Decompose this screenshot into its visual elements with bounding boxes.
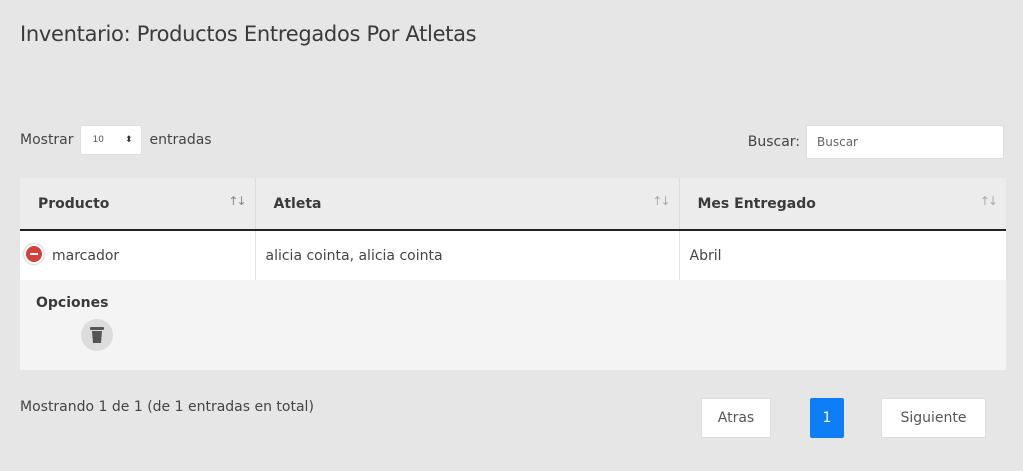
- column-header-label: Atleta: [273, 195, 322, 212]
- table-row: marcador alicia cointa, alicia cointa Ab…: [20, 230, 1006, 280]
- entries-per-page-value: 10: [92, 135, 104, 145]
- column-header-label: Producto: [38, 195, 110, 212]
- products-table: Producto ↑↓ Atleta ↑↓ Mes Entregado ↑↓ m…: [20, 178, 1006, 280]
- page-title: Inventario: Productos Entregados Por Atl…: [20, 22, 477, 46]
- sort-icon: ↑↓: [652, 194, 670, 208]
- column-header-atleta[interactable]: Atleta ↑↓: [255, 178, 680, 231]
- chevron-updown-icon: ⬍: [124, 134, 133, 145]
- column-header-producto[interactable]: Producto ↑↓: [20, 178, 256, 231]
- sort-icon: ↑↓: [228, 194, 246, 208]
- trash-icon: [90, 327, 104, 343]
- table-header-row: Producto ↑↓ Atleta ↑↓ Mes Entregado ↑↓: [20, 178, 1006, 231]
- column-header-label: Mes Entregado: [697, 195, 816, 212]
- length-suffix-label: entradas: [149, 132, 212, 148]
- entries-per-page-select[interactable]: 10 ⬍: [79, 125, 142, 155]
- previous-page-button[interactable]: Atras: [701, 398, 771, 438]
- search-control: Buscar:: [748, 125, 1004, 159]
- length-control: Mostrar 10 ⬍ entradas: [20, 125, 212, 155]
- row-details: Opciones: [20, 280, 1006, 370]
- cell-producto: marcador: [20, 230, 256, 280]
- options-label: Opciones: [36, 295, 109, 311]
- page-1-button[interactable]: 1: [810, 398, 844, 438]
- cell-mes-entregado: Abril: [679, 230, 1006, 280]
- collapse-row-icon[interactable]: [24, 243, 44, 264]
- search-label: Buscar:: [747, 134, 800, 150]
- cell-producto-text: marcador: [52, 247, 120, 264]
- next-page-button[interactable]: Siguiente: [881, 398, 986, 438]
- delete-button[interactable]: [81, 319, 113, 351]
- cell-atleta: alicia cointa, alicia cointa: [255, 230, 680, 280]
- search-input[interactable]: [806, 125, 1004, 159]
- column-header-mes-entregado[interactable]: Mes Entregado ↑↓: [679, 178, 1006, 231]
- length-prefix-label: Mostrar: [20, 132, 74, 148]
- sort-icon: ↑↓: [979, 194, 998, 208]
- table-info: Mostrando 1 de 1 (de 1 entradas en total…: [20, 399, 314, 415]
